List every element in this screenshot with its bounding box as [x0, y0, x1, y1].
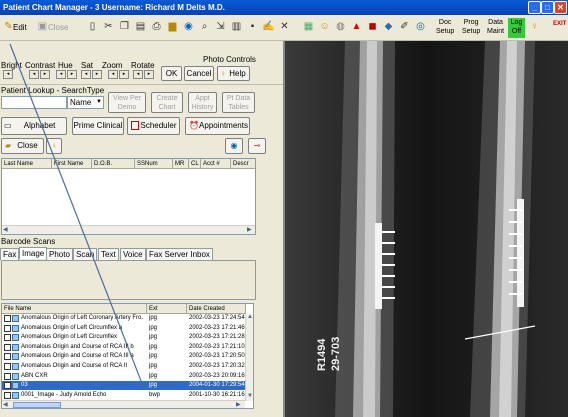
smiley-icon[interactable]: ☺	[318, 20, 331, 33]
close-window-button[interactable]: ✕	[554, 1, 567, 14]
exit-button[interactable]: EXIT	[553, 21, 566, 27]
maximize-button[interactable]: □	[541, 1, 554, 14]
image-viewer[interactable]: R1494 29-703	[283, 41, 568, 417]
data-maint-label-2: Maint	[487, 28, 505, 35]
pen-icon[interactable]: ✐	[398, 20, 411, 33]
help-bulb-icon[interactable]: ♀	[528, 20, 541, 33]
prog-setup-label-2: Setup	[462, 28, 481, 35]
xray-marker-line-1: R1494	[316, 338, 328, 371]
minimize-button[interactable]: _	[528, 1, 541, 14]
warning-icon[interactable]: ▲	[350, 20, 363, 33]
xray-image: R1494 29-703	[285, 41, 568, 417]
log-off-label-2: Off	[511, 28, 522, 35]
doc-setup-button[interactable]: Doc Setup	[436, 18, 454, 36]
medical-bag-icon[interactable]: ◼	[366, 20, 379, 33]
book-icon[interactable]: ◆	[382, 20, 395, 33]
data-maint-button[interactable]: Data Maint	[487, 18, 504, 36]
doc-setup-label-2: Setup	[436, 28, 455, 35]
plate-right	[517, 199, 524, 307]
plate-left	[375, 223, 382, 309]
app-window: Patient Chart Manager - 3 Username: Rich…	[0, 0, 568, 417]
calculator-icon[interactable]: ▦	[302, 20, 315, 33]
data-maint-label-1: Data	[488, 19, 503, 26]
log-off-label-1: Log	[510, 19, 523, 26]
prog-setup-button[interactable]: Prog Setup	[462, 18, 480, 36]
globe-icon[interactable]: ◍	[334, 20, 347, 33]
disk-icon[interactable]: ◎	[414, 20, 427, 33]
prog-setup-label-1: Prog	[463, 19, 479, 26]
doc-setup-label-1: Doc	[438, 19, 452, 26]
log-off-button[interactable]: Log Off	[508, 18, 525, 38]
xray-marker-line-2: 29-703	[330, 337, 342, 371]
drag-line-overlay	[9, 43, 144, 387]
